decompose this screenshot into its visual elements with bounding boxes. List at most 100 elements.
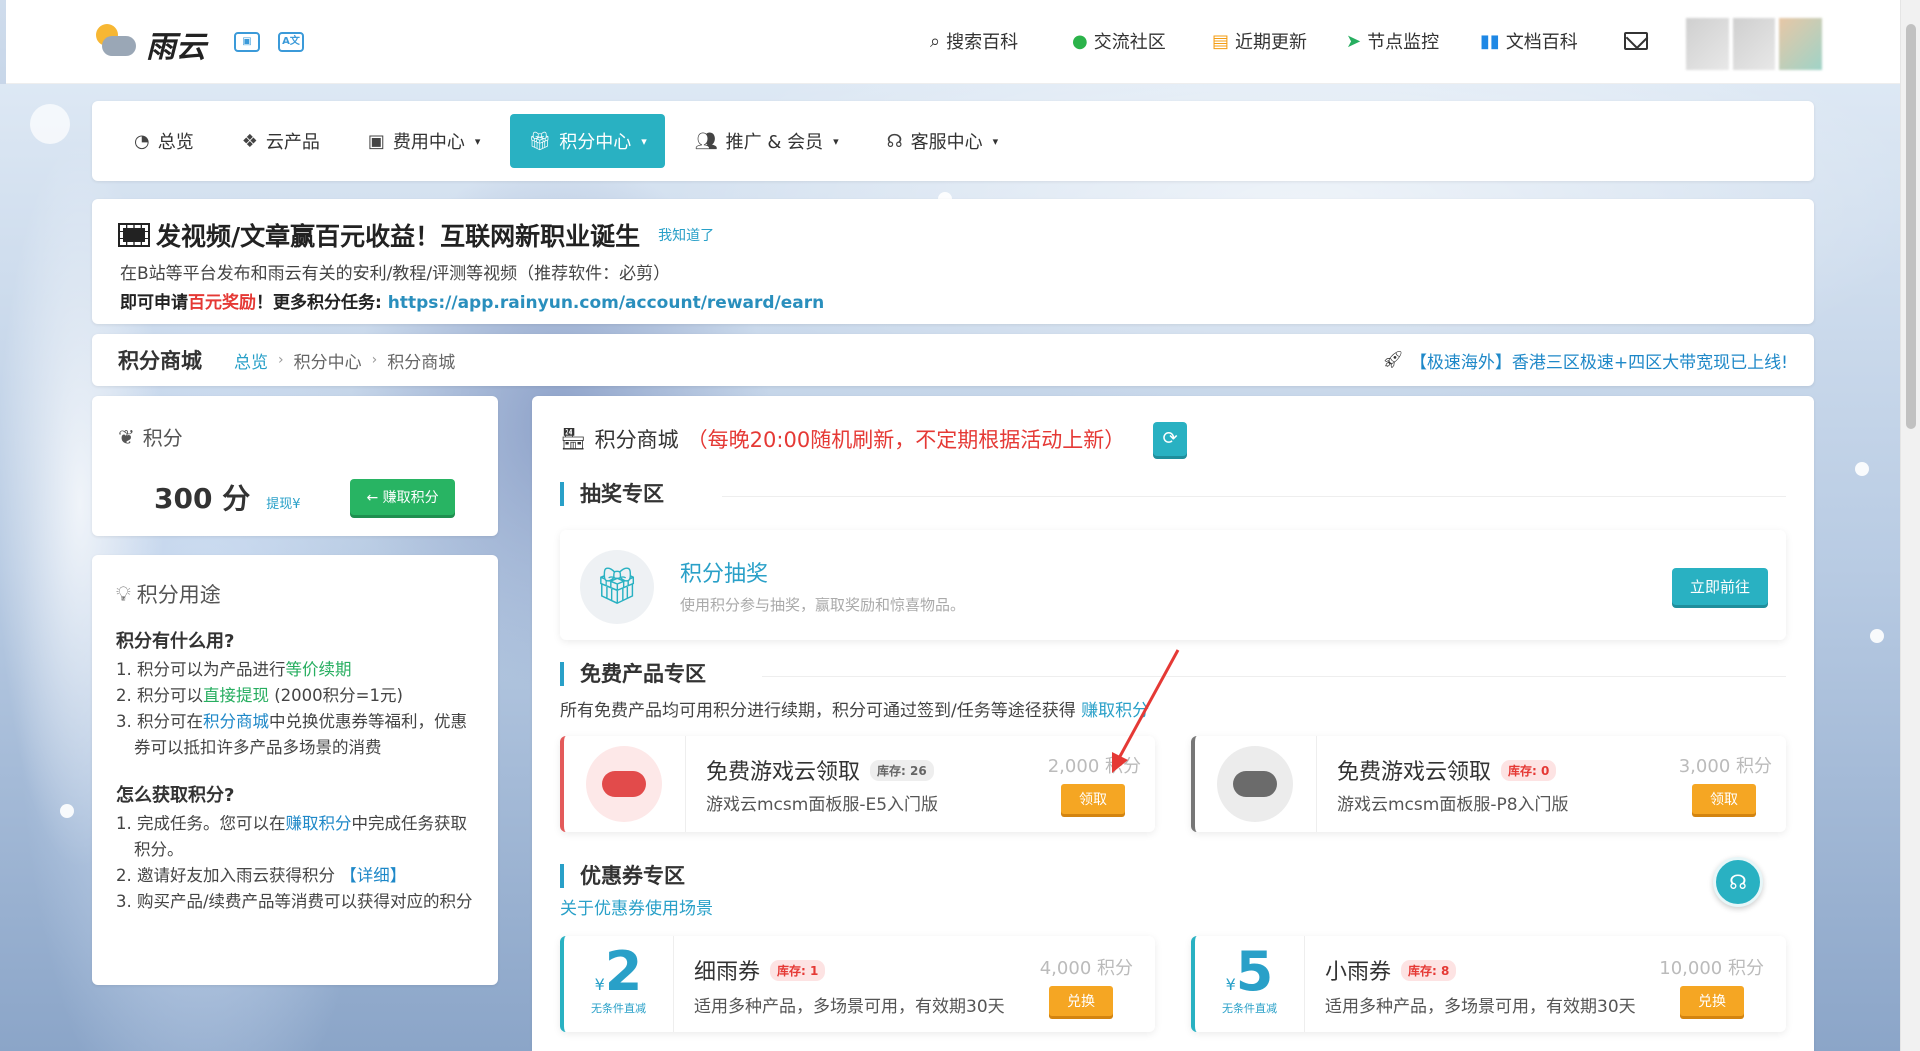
nav-support[interactable]: ☊ 客服中心 ▾: [869, 114, 1017, 168]
topnav-community[interactable]: ● 交流社区: [1072, 28, 1166, 54]
points-shop-panel: 🏪︎ 积分商城 （每晚20:00随机刷新，不定期根据活动上新） ⟳ 抽奖专区 🎁…: [532, 396, 1814, 1051]
store-icon: 🏪︎: [560, 426, 587, 451]
coupon-price: 10,000 积分: [1659, 958, 1764, 979]
breadcrumb-points-shop: 积分商城: [387, 352, 456, 373]
product-price: 2,000 积分: [1047, 756, 1141, 777]
invite-details-link[interactable]: 【详细】: [340, 866, 406, 885]
product-desc: 游戏云mcsm面板服-P8入门版: [1337, 795, 1569, 815]
lotus-icon: ❦: [118, 424, 135, 449]
redeem-button[interactable]: 兑换: [1049, 986, 1113, 1016]
announcement-banner: 发视频/文章赢百元收益！互联网新职业诞生 我知道了 在B站等平台发布和雨云有关的…: [92, 199, 1814, 324]
promo-notice-link[interactable]: 🚀︎ 【极速海外】香港三区极速+四区大带宽现已上线!: [1382, 348, 1788, 373]
earn-points-link[interactable]: 赚取积分: [286, 814, 352, 833]
nav-billing[interactable]: ▣ 费用中心 ▾: [350, 114, 499, 168]
coupon-usage-link[interactable]: 关于优惠券使用场景: [560, 894, 713, 919]
chevron-down-icon: ▾: [992, 134, 999, 148]
main-navigation: ◔ 总览 ❖ 云产品 ▣ 费用中心 ▾ 🎁︎ 积分中心 ▾ 👥︎ 推广 & 会员 ▾ ☊ 客服中心…: [92, 101, 1814, 181]
chevron-right-icon: ›: [371, 352, 378, 368]
announcement-line: 在B站等平台发布和雨云有关的安利/教程/评测等视频（推荐软件：必剪）: [120, 264, 671, 284]
gift-icon: 🎁︎: [528, 130, 552, 152]
refresh-button[interactable]: ⟳: [1153, 422, 1188, 456]
chevron-down-icon: ▾: [641, 134, 647, 148]
list-item: 1. 积分可以为产品进行等价续期: [116, 660, 352, 679]
page-scrollbar[interactable]: [1900, 0, 1920, 1051]
usage-question-1: 积分有什么用?: [116, 631, 235, 652]
earn-points-link[interactable]: 赚取积分: [1081, 701, 1149, 721]
list-item: 3. 购买产品/续费产品等消费可以获得对应的积分: [116, 892, 473, 911]
product-price: 3,000 积分: [1678, 756, 1772, 777]
top-bar: 雨云 ▣ A文 ⌕ 搜索百科 ● 交流社区 ▤ 近期更新 ➤ 节点监控 ▮▮ 文档百科: [6, 0, 1900, 84]
coupon-tag: 无条件直减: [591, 1002, 646, 1015]
gamepad-icon: [1217, 746, 1293, 822]
earn-tasks-link[interactable]: https://app.rainyun.com/account/reward/e…: [388, 293, 825, 313]
renew-link[interactable]: 等价续期: [286, 660, 352, 679]
coupon-card: ¥2 无条件直减 细雨券 库存: 1 适用多种产品，多场景可用，有效期30天 4,…: [560, 936, 1155, 1032]
earn-points-button[interactable]: ← 赚取积分: [350, 479, 455, 515]
book-icon: ▮▮: [1480, 30, 1500, 52]
refresh-note: （每晚20:00随机刷新，不定期根据活动上新）: [686, 428, 1126, 452]
lottery-title[interactable]: 积分抽奖: [680, 556, 768, 588]
nav-cloud-products[interactable]: ❖ 云产品: [224, 114, 338, 168]
redeem-button[interactable]: 兑换: [1680, 986, 1744, 1016]
dashboard-icon: ◔: [134, 130, 150, 152]
headset-icon: ☊: [886, 130, 903, 152]
coupon-amount: 5: [1235, 940, 1274, 1003]
mail-icon[interactable]: [1624, 32, 1648, 50]
topnav-search[interactable]: ⌕ 搜索百科: [930, 28, 1018, 54]
cubes-icon: ❖: [241, 130, 258, 152]
customer-support-button[interactable]: ☊: [1713, 857, 1763, 907]
withdraw-link[interactable]: 提现¥: [266, 493, 300, 512]
location-arrow-icon: ➤: [1346, 30, 1362, 52]
search-icon: ⌕: [930, 30, 941, 52]
go-lottery-button[interactable]: 立即前往: [1671, 568, 1768, 605]
coupon-name: 小雨券: [1325, 960, 1392, 985]
free-section-desc: 所有免费产品均可用积分进行续期，积分可通过签到/任务等途径获得 赚取积分: [560, 701, 1150, 721]
claim-button[interactable]: 领取: [1061, 784, 1125, 814]
list-item: 3. 积分可在积分商城中兑换优惠券等福利，优惠券可以抵扣许多产品多场景的消费: [116, 712, 467, 757]
usage-list-1: 1. 积分可以为产品进行等价续期 2. 积分可以直接提现 (2000积分=1元)…: [116, 657, 474, 761]
points-balance-card: ❦ 积分 300 分 提现¥ ← 赚取积分: [92, 396, 498, 536]
stock-badge: 库存: 1: [770, 959, 826, 981]
usage-list-2: 1. 完成任务。您可以在赚取积分中完成任务获取积分。 2. 邀请好友加入雨云获得…: [116, 811, 474, 915]
dismiss-link[interactable]: 我知道了: [658, 225, 714, 245]
breadcrumb-points-center: 积分中心: [293, 352, 362, 373]
nav-points-center[interactable]: 🎁︎ 积分中心 ▾: [510, 114, 665, 168]
topnav-docs[interactable]: ▮▮ 文档百科: [1480, 28, 1578, 54]
gamepad-icon: [586, 746, 662, 822]
points-shop-link[interactable]: 积分商城: [203, 712, 269, 731]
product-desc: 游戏云mcsm面板服-E5入门版: [706, 795, 939, 815]
lottery-desc: 使用积分参与抽奖，赢取奖励和惊喜物品。: [680, 596, 966, 614]
wechat-icon: ●: [1072, 30, 1088, 52]
stock-badge: 库存: 26: [870, 759, 934, 781]
announcement-title: 发视频/文章赢百元收益！互联网新职业诞生 我知道了: [118, 217, 1786, 253]
user-avatar[interactable]: [1686, 18, 1823, 70]
list-item: 2. 邀请好友加入雨云获得积分 【详细】: [116, 866, 407, 885]
stock-badge: 库存: 0: [1501, 759, 1557, 781]
lottery-section-title: 抽奖专区: [560, 482, 664, 506]
coupon-section-title: 优惠券专区: [560, 864, 685, 888]
logo-text: 雨云: [146, 30, 206, 65]
coupon-card: ¥5 无条件直减 小雨券 库存: 8 适用多种产品，多场景可用，有效期30天 10…: [1191, 936, 1786, 1032]
nav-promotion[interactable]: 👥︎ 推广 & 会员 ▾: [677, 114, 857, 168]
translate-icon[interactable]: A文: [278, 32, 304, 52]
coupon-desc: 适用多种产品，多场景可用，有效期30天: [1325, 997, 1636, 1017]
withdraw-direct-link[interactable]: 直接提现: [203, 686, 269, 705]
list-item: 2. 积分可以直接提现 (2000积分=1元): [116, 686, 403, 705]
image-icon[interactable]: ▣: [234, 32, 260, 52]
topnav-monitor[interactable]: ➤ 节点监控: [1346, 28, 1439, 54]
rainyun-logo[interactable]: 雨云: [92, 22, 206, 66]
claim-button[interactable]: 领取: [1692, 784, 1756, 814]
headset-icon: ☊: [1729, 870, 1747, 894]
breadcrumb-overview[interactable]: 总览: [234, 348, 268, 373]
users-icon: 👥︎: [694, 130, 718, 152]
chevron-down-icon: ▾: [833, 134, 839, 148]
scrollbar-thumb[interactable]: [1906, 24, 1916, 429]
news-icon: ▤: [1212, 30, 1230, 52]
topnav-updates[interactable]: ▤ 近期更新: [1212, 28, 1307, 54]
nav-overview[interactable]: ◔ 总览: [116, 114, 212, 168]
shop-header: 🏪︎ 积分商城 （每晚20:00随机刷新，不定期根据活动上新） ⟳: [560, 422, 1786, 456]
lightbulb-icon: 💡︎: [116, 581, 131, 606]
announcement-line-2: 即可申请百元奖励！更多积分任务: https://app.rainyun.com…: [120, 293, 825, 313]
breadcrumb-bar: 积分商城 总览 › 积分中心 › 积分商城 🚀︎ 【极速海外】香港三区极速+四区大…: [92, 334, 1814, 386]
coupon-tag: 无条件直减: [1222, 1002, 1277, 1015]
